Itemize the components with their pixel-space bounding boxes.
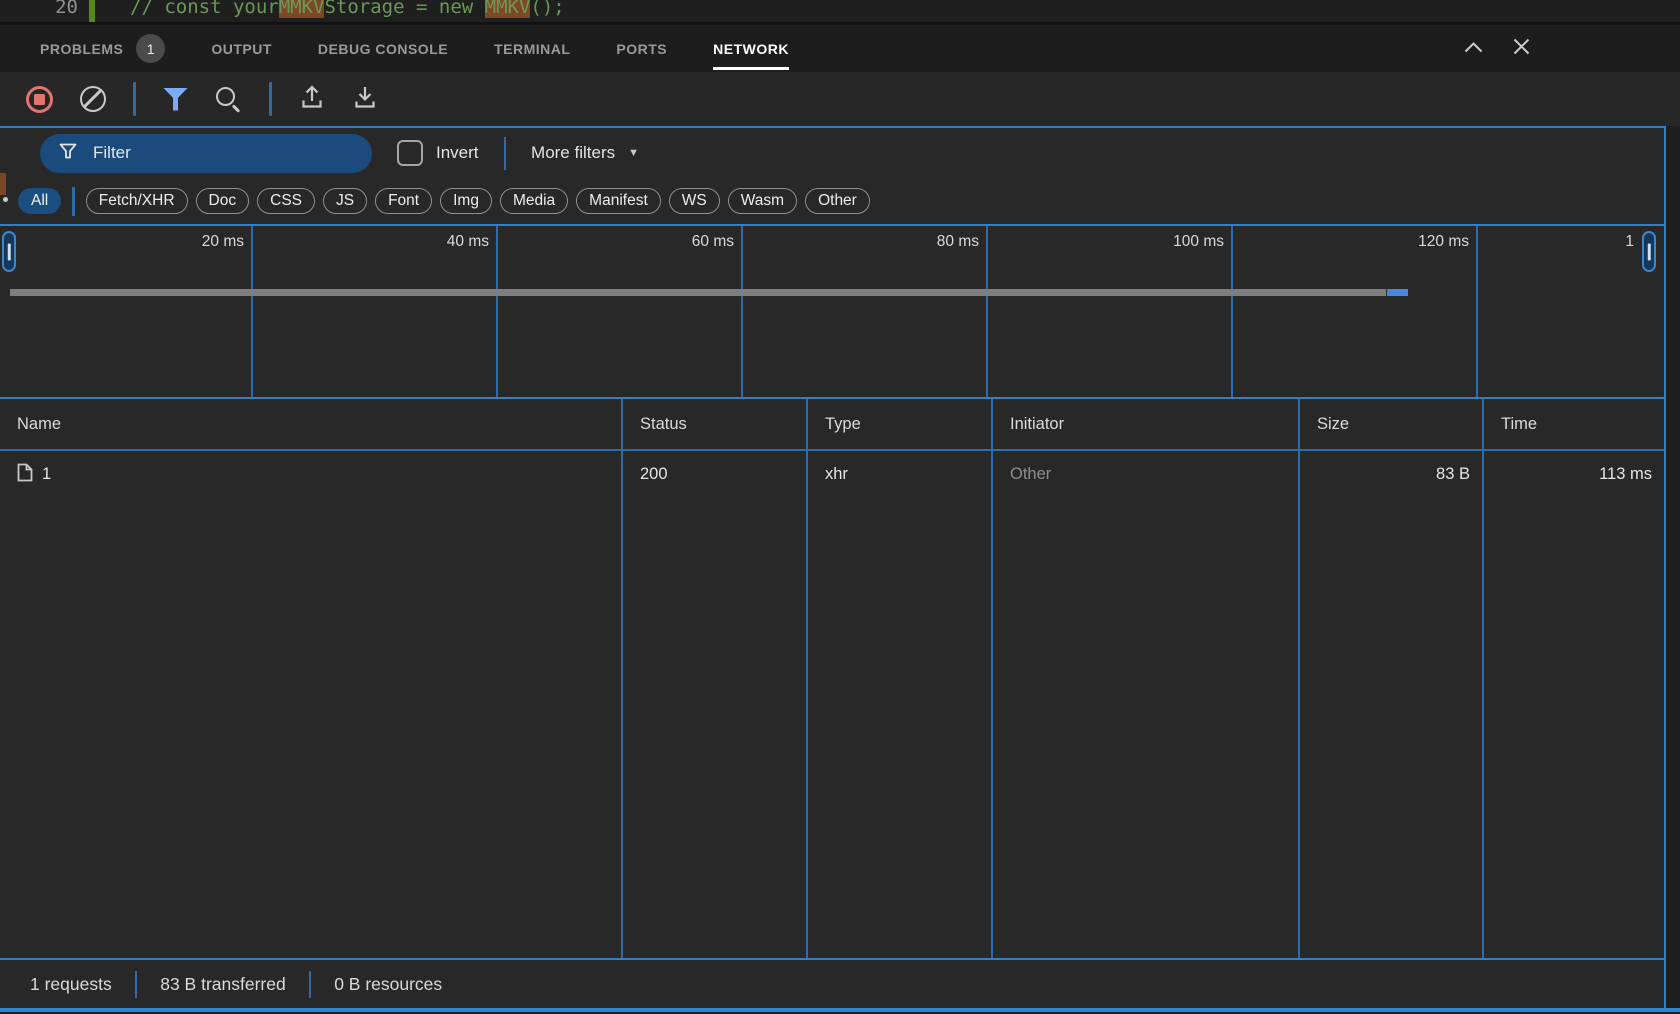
request-download-segment (1387, 289, 1408, 296)
cell-status: 200 (623, 451, 808, 498)
chips-divider (72, 187, 75, 216)
chevron-down-icon: ▼ (628, 147, 639, 159)
tick-label: 120 ms (1233, 226, 1478, 397)
chip-img[interactable]: Img (440, 188, 492, 214)
column-header-size[interactable]: Size (1300, 399, 1484, 449)
clear-requests-icon[interactable] (80, 86, 106, 112)
chip-ws[interactable]: WS (669, 188, 720, 214)
tab-debug-console[interactable]: DEBUG CONSOLE (318, 41, 448, 57)
chip-manifest[interactable]: Manifest (576, 188, 661, 214)
chip-js[interactable]: JS (323, 188, 367, 214)
vscode-bottom-panel: 20 // const yourMMKVStorage = new MMKV()… (0, 0, 1680, 1014)
column-header-time[interactable]: Time (1484, 399, 1664, 449)
tab-problems[interactable]: PROBLEMS 1 (40, 34, 165, 63)
import-har-icon[interactable] (299, 83, 325, 115)
chip-css[interactable]: CSS (257, 188, 315, 214)
more-filters-button[interactable]: More filters ▼ (531, 143, 639, 163)
chip-all[interactable]: All (18, 188, 61, 214)
editor-code-strip: 20 // const yourMMKVStorage = new MMKV()… (0, 0, 1680, 25)
cell-time: 113 ms (1484, 451, 1664, 498)
cell-initiator: Other (993, 451, 1300, 498)
tab-output[interactable]: OUTPUT (211, 41, 272, 57)
tick-label: 80 ms (743, 226, 988, 397)
tick-label: 40 ms (253, 226, 498, 397)
search-match-highlight: MMKV (485, 0, 531, 18)
panel-tab-bar: PROBLEMS 1 OUTPUT DEBUG CONSOLE TERMINAL… (0, 25, 1680, 72)
network-summary-bar: 1 requests 83 B transferred 0 B resource… (0, 958, 1664, 1008)
search-icon[interactable] (215, 86, 242, 113)
chip-media[interactable]: Media (500, 188, 568, 214)
tab-ports[interactable]: PORTS (616, 41, 667, 57)
chevron-up-icon[interactable] (1464, 40, 1483, 58)
overview-ruler-dot (3, 197, 8, 202)
cell-type: xhr (808, 451, 993, 498)
transferred-size: 83 B transferred (160, 974, 285, 995)
overview-ruler-mark (0, 173, 6, 195)
record-icon[interactable] (26, 86, 53, 113)
filter-divider (504, 137, 507, 170)
summary-divider (135, 971, 138, 998)
chip-font[interactable]: Font (375, 188, 432, 214)
code-comment: // const yourMMKVStorage = new MMKV(); (130, 0, 565, 22)
toolbar-divider (269, 82, 272, 116)
chip-doc[interactable]: Doc (196, 188, 250, 214)
panel-bottom-border (0, 1008, 1680, 1012)
request-waterfall-bar (10, 289, 1386, 296)
invert-label[interactable]: Invert (436, 143, 479, 163)
tick-label: 100 ms (988, 226, 1233, 397)
table-row[interactable]: 1 200 xhr Other 83 B 113 ms (0, 451, 1664, 498)
table-header: Name Status Type Initiator Size Time (0, 399, 1664, 451)
table-empty-area (0, 498, 1664, 958)
column-header-name[interactable]: Name (0, 399, 623, 449)
timeline-overview: 20 ms 40 ms 60 ms 80 ms 100 ms 120 ms 1 (0, 224, 1664, 399)
overview-right-handle[interactable] (1642, 231, 1656, 272)
column-header-type[interactable]: Type (808, 399, 993, 449)
chip-other[interactable]: Other (805, 188, 870, 214)
tick-label: 60 ms (498, 226, 743, 397)
network-toolbar (0, 72, 1680, 126)
filter-pill[interactable] (40, 134, 372, 173)
column-header-initiator[interactable]: Initiator (993, 399, 1300, 449)
filter-row: Invert More filters ▼ (0, 128, 1664, 178)
resources-size: 0 B resources (334, 974, 442, 995)
export-har-icon[interactable] (352, 83, 378, 115)
tab-terminal[interactable]: TERMINAL (494, 41, 570, 57)
ruler-end: 1 (1478, 226, 1656, 397)
problems-count-badge: 1 (136, 34, 165, 63)
chip-wasm[interactable]: Wasm (728, 188, 797, 214)
search-match-highlight: MMKV (279, 0, 325, 18)
code-line: 20 // const yourMMKVStorage = new MMKV()… (0, 0, 565, 22)
line-number: 20 (0, 0, 78, 22)
panel-actions (1464, 38, 1530, 60)
tick-label-clipped: 1 (1625, 233, 1634, 251)
timeline-ruler: 20 ms 40 ms 60 ms 80 ms 100 ms 120 ms 1 (8, 226, 1656, 397)
network-panel: Invert More filters ▼ All Fetch/XHR Doc … (0, 126, 1666, 1008)
requests-table: Name Status Type Initiator Size Time 1 2… (0, 399, 1664, 958)
cell-size: 83 B (1300, 451, 1484, 498)
funnel-icon (59, 143, 77, 164)
close-icon[interactable] (1513, 38, 1530, 60)
chip-fetch-xhr[interactable]: Fetch/XHR (86, 188, 188, 214)
toolbar-divider (133, 82, 136, 116)
tab-network[interactable]: NETWORK (713, 41, 789, 57)
requests-count: 1 requests (30, 974, 112, 995)
filter-icon[interactable] (163, 88, 188, 111)
gutter-modified-indicator (89, 0, 95, 22)
overview-left-handle[interactable] (2, 231, 16, 272)
invert-checkbox[interactable] (397, 140, 423, 166)
cell-name: 1 (0, 451, 623, 498)
resource-type-chips: All Fetch/XHR Doc CSS JS Font Img Media … (0, 178, 1664, 224)
column-header-status[interactable]: Status (623, 399, 808, 449)
summary-divider (309, 971, 312, 998)
tick-label: 20 ms (8, 226, 253, 397)
filter-input[interactable] (91, 142, 335, 164)
document-icon (17, 463, 33, 487)
